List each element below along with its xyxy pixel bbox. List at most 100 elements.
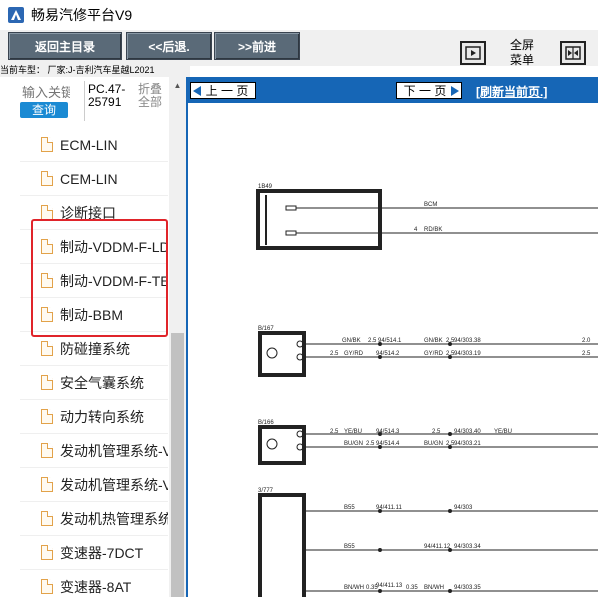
wire-label: B55 [344,544,355,550]
fullscreen-button[interactable] [460,41,486,65]
left-scrollbar[interactable]: ▲ [169,77,186,597]
search-row: 查询 PC.47-25791 折叠全部 [0,77,186,129]
wire-label: 94/303 [454,505,473,511]
next-page-label: 下 一 页 [403,84,447,98]
tree-item-label: 诊断接口 [60,204,116,221]
title-bar: 畅易汽修平台V9 [0,0,598,31]
next-page-button[interactable]: 下 一 页 [396,82,462,99]
pc-code: PC.47-25791 [88,82,126,109]
tree-item[interactable]: 安全气囊系统 [20,366,168,400]
search-button[interactable]: 查询 [20,102,68,118]
divider [84,81,85,121]
left-panel: 查询 PC.47-25791 折叠全部 ECM-LIN CEM-LIN 诊断接口制动… [0,77,186,597]
arrow-left-icon [193,86,201,96]
tree-item[interactable]: 变速器-7DCT [20,536,168,570]
document-icon [41,409,53,424]
tree-item-label: 制动-BBM [60,306,123,323]
wire-label: BN/WH [424,585,444,591]
wire-label: GY/RD [424,351,444,357]
wire-label: BN/WH [344,585,364,591]
wiring-diagram: 1B49 BCM 4 RD/BK B/167 GN/BK 2.5 94/514.… [256,184,598,597]
menu-toggle-button[interactable] [560,41,586,65]
wire-label: BU/GN [424,441,443,447]
tree-item-label: 变速器-8AT [60,578,132,595]
wire-label: 2.5 [432,429,441,435]
refresh-page-link[interactable]: [刷新当前页.] [476,83,547,100]
tree-item[interactable]: 动力转向系统 [20,400,168,434]
wire-label: 94/303.19 [454,351,481,357]
scroll-up-icon[interactable]: ▲ [169,77,186,93]
wire-label: 94/303.21 [454,441,481,447]
tree-item-label: 制动-VDDM-F-TEC [60,272,168,289]
page-nav-bar: 上 一 页 下 一 页 [刷新当前页.] [186,77,598,103]
wire-label: YE/BU [494,429,512,435]
scroll-thumb[interactable] [171,333,184,597]
wire-label: GY/RD [344,351,364,357]
document-icon [41,137,53,152]
prev-page-button[interactable]: 上 一 页 [190,82,256,99]
tree-item[interactable]: 发动机管理系统-VEP [20,468,168,502]
document-icon [41,511,53,526]
tree-item-label: 动力转向系统 [60,408,144,425]
wire-label: GN/BK [424,338,443,344]
wire-label: 2.5 [330,429,339,435]
wire-label: GN/BK [342,338,361,344]
tree-item[interactable]: 变速器-8AT [20,570,168,597]
rdbk-label: RD/BK [424,227,442,233]
conn2-label: B/167 [258,326,274,332]
wire-label: 2.5 [330,351,339,357]
tree-item[interactable]: 制动-VDDM-F-LDC [20,230,168,264]
tree-item-label: 发动机管理系统-VEP [60,442,168,459]
wire-label: 94/514.3 [376,429,400,435]
forward-button[interactable]: >>前进 [214,32,300,60]
home-button[interactable]: 返回主目录 [8,32,122,60]
document-icon [41,545,53,560]
pin4-label: 4 [414,227,418,233]
document-icon [41,375,53,390]
wire-label: BU/GN [344,441,363,447]
prev-page-label: 上 一 页 [205,84,249,98]
tree-item[interactable]: 防碰撞系统 [20,332,168,366]
wire-label: 2.5 [366,441,375,447]
conn1-label: 1B49 [258,184,273,190]
tree-item[interactable]: ECM-LIN [20,128,168,162]
conn3-label: B/166 [258,420,274,426]
wire-label: 0.35 [406,585,418,591]
fullscreen-label: 全屏 [509,38,534,52]
search-input[interactable] [20,83,72,101]
wire-label: 94/303.34 [454,544,481,550]
menu-label: 菜单 [509,53,534,67]
tree-item-label: ECM-LIN [60,136,118,153]
wire-label: B55 [344,505,355,511]
tree-item[interactable]: CEM-LIN [20,162,168,196]
tree-item[interactable]: 制动-BBM [20,298,168,332]
document-icon [41,579,53,594]
document-icon [41,239,53,254]
document-icon [41,341,53,356]
wire-label: YE/BU [344,429,362,435]
tree-item[interactable]: 发动机管理系统-VEP [20,434,168,468]
tree-item[interactable]: 发动机热管理系统 [20,502,168,536]
wire-label: 94/411.12 [424,544,451,550]
document-icon [41,477,53,492]
tree-item[interactable]: 诊断接口 [20,196,168,230]
arrow-right-icon [451,86,459,96]
wire-label: 94/303.35 [454,585,481,591]
collapse-both-icon [565,46,581,60]
wire-label: 94/514.1 [378,338,402,344]
document-icon [41,171,53,186]
tree-item-label: 安全气囊系统 [60,374,144,391]
conn4-label: 3/777 [258,488,274,494]
diagram-pane: 上 一 页 下 一 页 [刷新当前页.] 1B49 BCM 4 RD/BK B/… [186,77,598,597]
wire-label: 94/514.4 [376,441,400,447]
fullscreen-menu-label: 全屏 菜单 [508,38,536,68]
document-icon [41,205,53,220]
bcm-label: BCM [424,202,437,208]
connector-3777-box [258,493,306,597]
fold-all-button[interactable]: 折叠全部 [138,83,164,109]
tree-item[interactable]: 制动-VDDM-F-TEC [20,264,168,298]
tree-item-label: 变速器-7DCT [60,544,144,561]
current-vehicle-info: 当前车型： 厂家:J-吉利汽车星越L2021 [0,64,190,77]
tree-item-label: 发动机管理系统-VEP [60,476,168,493]
back-button[interactable]: <<后退. [126,32,212,60]
